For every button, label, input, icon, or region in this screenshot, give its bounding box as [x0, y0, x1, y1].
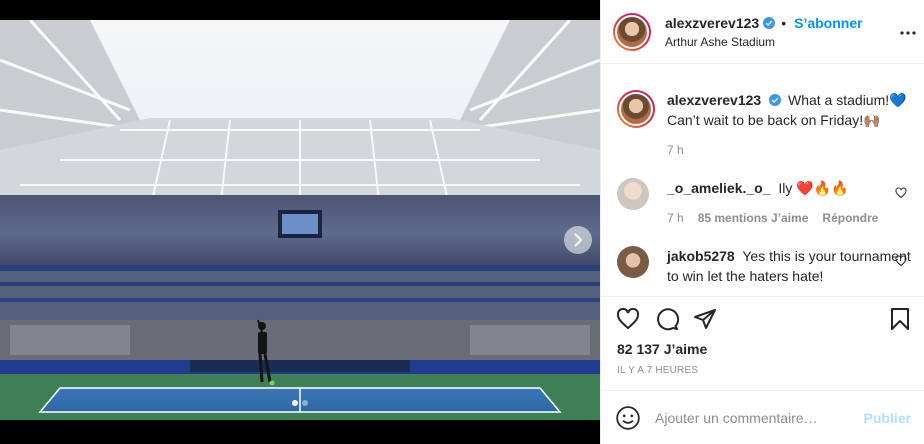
carousel-dot: [302, 400, 308, 406]
likes-count[interactable]: 82 137 J’aime: [601, 331, 924, 357]
caption-age: 7 h: [667, 143, 684, 157]
comment-age: 7 h: [667, 211, 684, 225]
share-button[interactable]: [693, 307, 717, 331]
carousel-dot-active: [292, 400, 298, 406]
post-location[interactable]: Arthur Ashe Stadium: [665, 35, 863, 49]
caption: alexzverev123 What a stadium!💙 Can’t wai…: [601, 76, 924, 160]
reply-button[interactable]: Répondre: [822, 208, 878, 228]
avatar[interactable]: [617, 178, 649, 210]
save-button[interactable]: [889, 307, 911, 331]
carousel-indicator: [0, 400, 600, 406]
list-item: _o_ameliek._o_ Ily ❤️🔥🔥 7 h 85 mentions …: [601, 178, 924, 228]
post-actions: 82 137 J’aime IL Y A 7 HEURES: [601, 296, 924, 376]
add-comment-bar: Publier: [601, 390, 924, 444]
verified-icon: [763, 16, 776, 29]
emoji-button[interactable]: [615, 405, 641, 431]
post-side-panel: alexzverev123 • S’abonner Arthur Ashe St…: [600, 0, 924, 444]
publish-button[interactable]: Publier: [864, 410, 911, 426]
comment-username[interactable]: _o_ameliek._o_: [667, 180, 771, 196]
caption-username[interactable]: alexzverev123: [667, 92, 761, 108]
verified-icon: [769, 94, 782, 106]
post-photo[interactable]: [0, 20, 600, 420]
heart-icon: [895, 255, 907, 267]
comment-likes[interactable]: 85 mentions J’aime: [698, 208, 809, 228]
comment-button[interactable]: [655, 307, 679, 331]
avatar[interactable]: [617, 246, 649, 278]
list-item: jakob5278 Yes this is your tournament to…: [601, 246, 924, 286]
heart-icon: [895, 187, 907, 199]
next-slide-button[interactable]: [564, 226, 592, 254]
bookmark-icon: [891, 308, 909, 330]
like-comment-button[interactable]: [895, 186, 907, 204]
more-icon: [900, 31, 916, 35]
avatar[interactable]: [613, 12, 651, 51]
post-author-username[interactable]: alexzverev123: [665, 15, 759, 31]
separator-dot: •: [781, 14, 787, 31]
like-comment-button[interactable]: [895, 254, 907, 272]
like-button[interactable]: [615, 307, 641, 331]
comments-list[interactable]: alexzverev123 What a stadium!💙 Can’t wai…: [601, 76, 924, 296]
heart-icon: [616, 307, 640, 330]
caption-text-line2: Can’t wait to be back on Friday!🙌🏽: [667, 112, 881, 128]
comment-icon: [657, 308, 679, 331]
caption-text-line1: What a stadium!💙: [787, 92, 907, 108]
share-icon: [694, 309, 716, 329]
more-options-button[interactable]: [900, 22, 916, 40]
instagram-post-viewer: alexzverev123 • S’abonner Arthur Ashe St…: [0, 0, 924, 444]
avatar[interactable]: [617, 90, 655, 128]
chevron-right-icon: [574, 233, 583, 247]
stadium-photo: [0, 20, 600, 420]
emoji-icon: [616, 405, 640, 430]
post-header: alexzverev123 • S’abonner Arthur Ashe St…: [601, 0, 924, 64]
comment-input[interactable]: [655, 409, 864, 426]
comment-username[interactable]: jakob5278: [667, 248, 735, 264]
post-timestamp: IL Y A 7 HEURES: [617, 365, 699, 376]
comment-text: Ily ❤️🔥🔥: [778, 180, 849, 196]
follow-button[interactable]: S’abonner: [794, 15, 862, 31]
